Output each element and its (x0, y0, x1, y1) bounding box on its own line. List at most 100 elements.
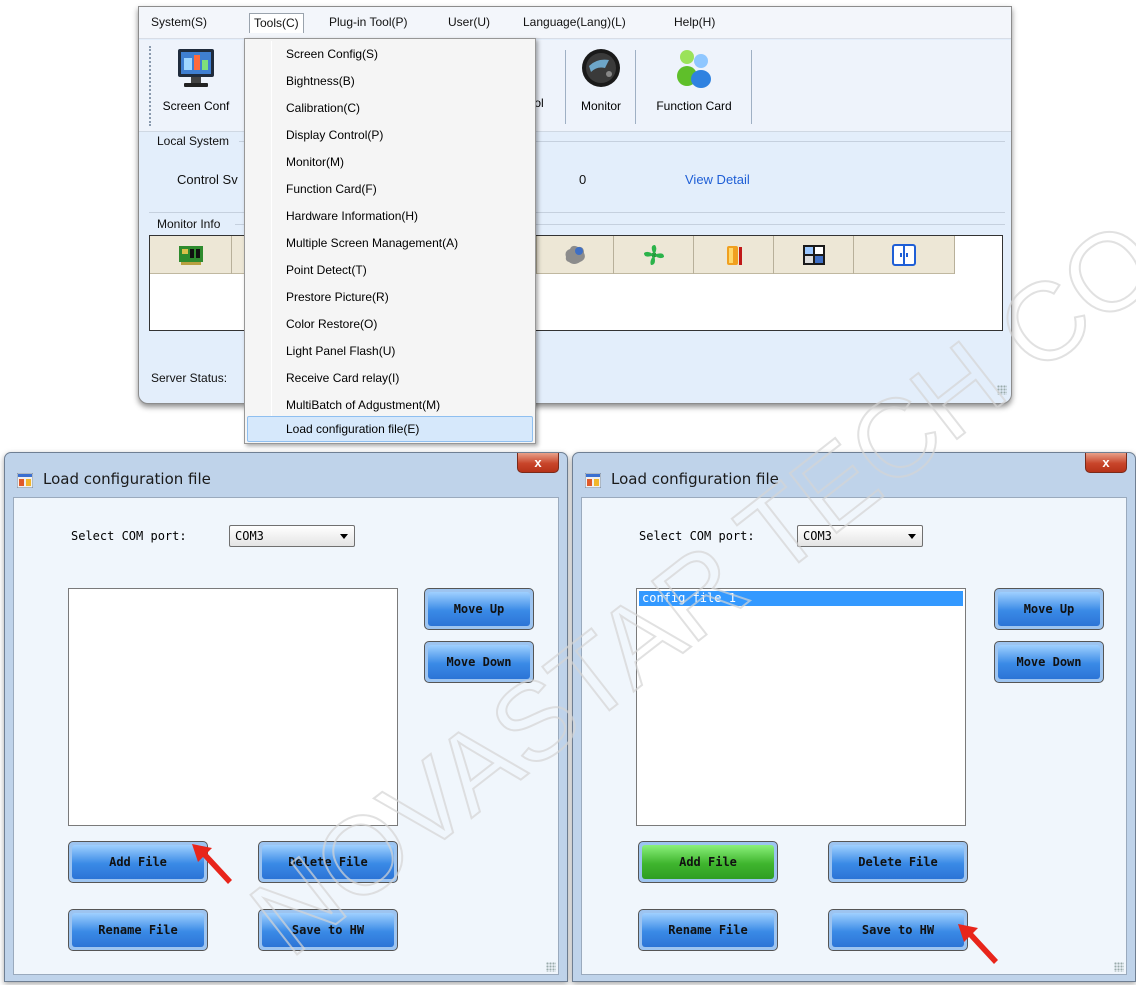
delete-file-button[interactable]: Delete File (258, 841, 398, 883)
menu-item-color-restore[interactable]: Color Restore(O) (247, 311, 533, 337)
dialog-titlebar[interactable]: Load configuration file x (573, 453, 1135, 495)
move-down-button[interactable]: Move Down (424, 641, 534, 683)
monitor-cell[interactable] (614, 236, 694, 274)
save-to-hw-label: Save to HW (262, 913, 394, 947)
menu-item-load-configuration-file[interactable]: Load configuration file(E) (247, 416, 533, 442)
save-to-hw-label: Save to HW (832, 913, 964, 947)
menu-item-display-control[interactable]: Display Control(P) (247, 122, 533, 148)
power-battery-icon (726, 246, 742, 265)
rename-file-button[interactable]: Rename File (68, 909, 208, 951)
menu-item-point-detect[interactable]: Point Detect(T) (247, 257, 533, 283)
menu-item-multibatch-adjustment[interactable]: MultiBatch of Adgustment(M) (247, 392, 533, 418)
menu-plugin-tool[interactable]: Plug-in Tool(P) (325, 13, 411, 33)
menu-help[interactable]: Help(H) (670, 13, 719, 33)
delete-file-label: Delete File (262, 845, 394, 879)
menu-item-monitor[interactable]: Monitor(M) (247, 149, 533, 175)
toolbar-separator (635, 50, 636, 124)
delete-file-button[interactable]: Delete File (828, 841, 968, 883)
add-file-label: Add File (642, 845, 774, 879)
toolbar-separator (565, 50, 566, 124)
menu-item-function-card[interactable]: Function Card(F) (247, 176, 533, 202)
function-card-tool[interactable]: Function Card (639, 44, 749, 128)
save-to-hw-button[interactable]: Save to HW (258, 909, 398, 951)
menu-bar: System(S) Tools(C) Plug-in Tool(P) User(… (139, 7, 1011, 39)
screen-config-tool[interactable]: Screen Conf (155, 44, 237, 128)
menu-item-hardware-information[interactable]: Hardware Information(H) (247, 203, 533, 229)
fan-icon (643, 245, 664, 265)
menu-language[interactable]: Language(Lang)(L) (519, 13, 630, 33)
rename-file-button[interactable]: Rename File (638, 909, 778, 951)
cabinet-door-icon (892, 244, 916, 266)
toolbar-separator (751, 50, 752, 124)
view-detail-link[interactable]: View Detail (685, 172, 750, 187)
dialog-titlebar[interactable]: Load configuration file x (5, 453, 567, 495)
monitor-tool[interactable]: Monitor (570, 44, 632, 128)
com-port-label: Select COM port: (71, 529, 187, 543)
function-card-icon (677, 50, 711, 88)
chevron-down-icon (908, 534, 916, 539)
delete-file-label: Delete File (832, 845, 964, 879)
screen-config-label: Screen Conf (162, 99, 230, 113)
close-button[interactable]: x (517, 453, 559, 473)
menu-tools[interactable]: Tools(C) (249, 13, 304, 33)
menu-item-screen-config[interactable]: Screen Config(S) (247, 41, 533, 67)
com-port-select[interactable]: COM3 (229, 525, 355, 547)
chevron-down-icon (340, 534, 348, 539)
com-port-value: COM3 (235, 529, 264, 543)
menu-item-prestore-picture[interactable]: Prestore Picture(R) (247, 284, 533, 310)
resize-grip[interactable] (1114, 962, 1124, 972)
app-window-icon (17, 473, 33, 488)
menu-system[interactable]: System(S) (147, 13, 211, 33)
sending-card-icon (178, 246, 203, 265)
dialog-client-area: Select COM port: COM3 Move Up Move Down … (13, 497, 559, 975)
control-system-count: 0 (579, 172, 587, 187)
menu-item-light-panel-flash[interactable]: Light Panel Flash(U) (247, 338, 533, 364)
monitor-cell[interactable] (854, 236, 955, 274)
move-up-button[interactable]: Move Up (424, 588, 534, 630)
move-down-label: Move Down (428, 645, 530, 679)
monitor-cell[interactable] (694, 236, 774, 274)
rename-file-label: Rename File (642, 913, 774, 947)
temperature-icon (565, 245, 585, 264)
menu-item-multiple-screen-management[interactable]: Multiple Screen Management(A) (247, 230, 533, 256)
move-down-button[interactable]: Move Down (994, 641, 1104, 683)
save-to-hw-button[interactable]: Save to HW (828, 909, 968, 951)
move-up-label: Move Up (998, 592, 1100, 626)
local-system-title: Local System (157, 134, 230, 148)
tools-dropdown-menu: Screen Config(S) Bightness(B) Calibratio… (244, 38, 536, 444)
add-file-label: Add File (72, 845, 204, 879)
monitor-cell[interactable] (537, 236, 614, 274)
move-down-label: Move Down (998, 645, 1100, 679)
com-port-select[interactable]: COM3 (797, 525, 923, 547)
dialog-title: Load configuration file (43, 470, 211, 488)
resize-grip[interactable] (997, 385, 1007, 395)
toolbar-grip[interactable] (149, 46, 152, 126)
add-file-button[interactable]: Add File (68, 841, 208, 883)
function-card-label: Function Card (656, 99, 732, 113)
control-system-label: Control Sv (177, 172, 238, 187)
menu-item-calibration[interactable]: Calibration(C) (247, 95, 533, 121)
close-button[interactable]: x (1085, 453, 1127, 473)
screen-config-icon (178, 49, 214, 87)
monitor-icon (582, 49, 620, 87)
resize-grip[interactable] (546, 962, 556, 972)
dialog-client-area: Select COM port: COM3 config file 1 Move… (581, 497, 1127, 975)
monitor-cell[interactable] (774, 236, 854, 274)
menu-user[interactable]: User(U) (444, 13, 494, 33)
config-file-list[interactable] (68, 588, 398, 826)
add-file-button[interactable]: Add File (638, 841, 778, 883)
red-pointer-arrow-icon (192, 844, 232, 884)
move-up-button[interactable]: Move Up (994, 588, 1104, 630)
monitor-cell[interactable] (150, 236, 232, 274)
app-window-icon (585, 473, 601, 488)
list-item[interactable]: config file 1 (639, 591, 963, 606)
com-port-label: Select COM port: (639, 529, 755, 543)
screen-grid-icon (802, 245, 825, 265)
load-config-dialog-empty: Load configuration file x Select COM por… (4, 452, 568, 982)
monitor-cell (232, 236, 244, 274)
com-port-value: COM3 (803, 529, 832, 543)
menu-item-receive-card-relay[interactable]: Receive Card relay(I) (247, 365, 533, 391)
menu-item-brightness[interactable]: Bightness(B) (247, 68, 533, 94)
server-status-label: Server Status: (151, 371, 228, 385)
config-file-list[interactable]: config file 1 (636, 588, 966, 826)
